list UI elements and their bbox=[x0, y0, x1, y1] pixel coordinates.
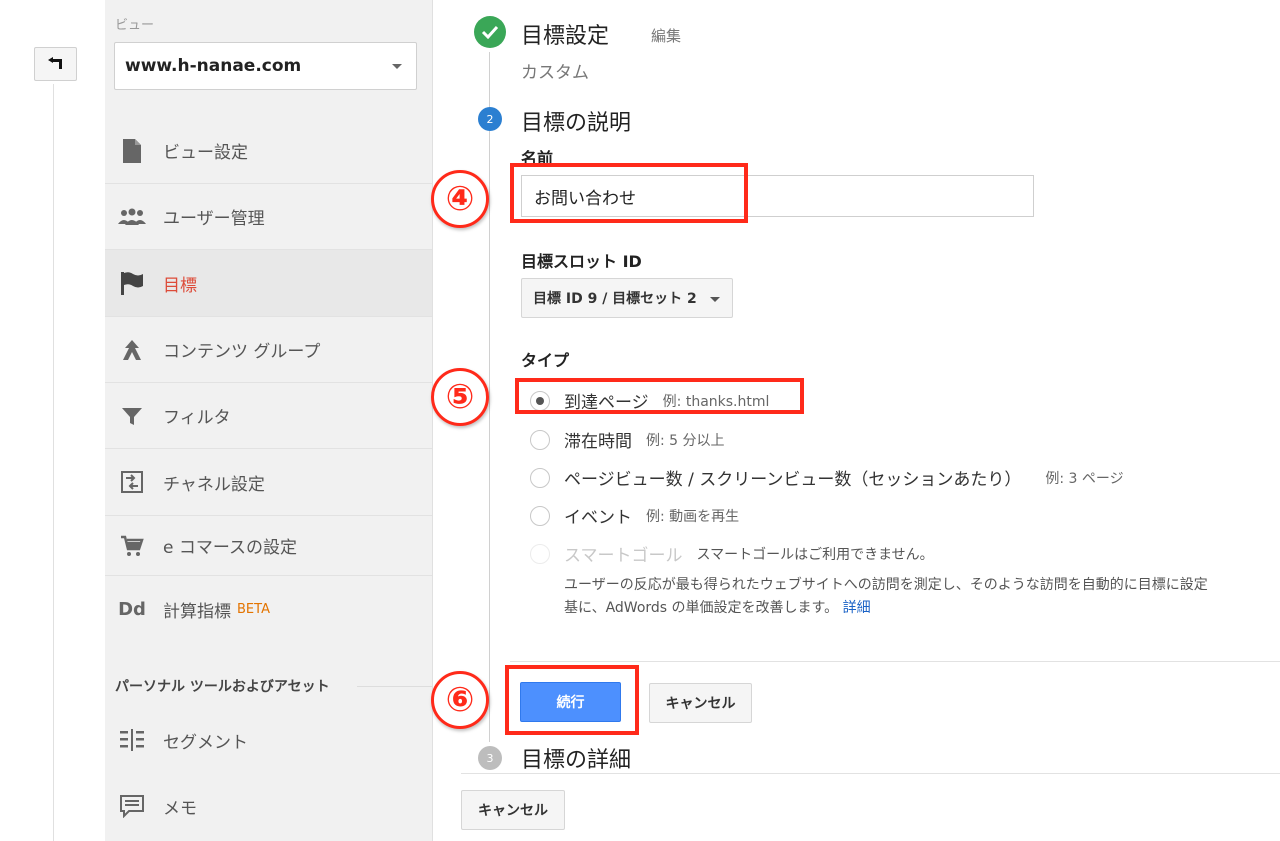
slot-label: 目標スロット ID bbox=[521, 252, 642, 271]
admin-sidebar: ビュー www.h-nanae.com ビュー設定 ユーザー管理 目標 コンテン… bbox=[105, 0, 433, 841]
details-link[interactable]: 詳細 bbox=[843, 600, 871, 616]
sidebar-item-label: ビュー設定 bbox=[163, 143, 248, 163]
view-select-value: www.h-nanae.com bbox=[125, 56, 302, 76]
sidebar-item-segments[interactable]: セグメント bbox=[105, 707, 432, 773]
type-option-label: 滞在時間 bbox=[564, 432, 632, 452]
sidebar-item-filters[interactable]: フィルタ bbox=[105, 383, 432, 449]
annotation-number-4: ④ bbox=[431, 170, 489, 228]
section-divider bbox=[357, 686, 432, 687]
segment-icon bbox=[117, 725, 147, 755]
sidebar-item-goals[interactable]: 目標 bbox=[105, 250, 432, 317]
footer-divider bbox=[461, 773, 1280, 774]
sidebar-item-label: メモ bbox=[163, 798, 197, 819]
sidebar-item-label: ユーザー管理 bbox=[163, 209, 265, 229]
type-label: タイプ bbox=[521, 351, 570, 370]
beta-badge: BETA bbox=[237, 601, 270, 617]
smart-goal-description-2: 基に、AdWords の単価設定を改善します。 詳細 bbox=[564, 597, 871, 617]
type-option-smart-goal: スマートゴール スマートゴールはご利用できません。 bbox=[530, 541, 934, 566]
filter-icon bbox=[117, 401, 147, 431]
type-option-pages-per-session[interactable]: ページビュー数 / スクリーンビュー数（セッションあたり） 例: 3 ページ bbox=[530, 465, 1124, 490]
view-select[interactable]: www.h-nanae.com bbox=[114, 42, 417, 90]
annotation-number-6: ⑥ bbox=[431, 671, 489, 729]
channel-icon bbox=[117, 467, 147, 497]
sidebar-item-label: チャネル設定 bbox=[163, 474, 265, 495]
step3-title: 目標の詳細 bbox=[521, 748, 632, 773]
content-group-icon bbox=[117, 335, 147, 365]
sidebar-item-label: コンテンツ グループ bbox=[163, 342, 321, 362]
sidebar-item-content-groups[interactable]: コンテンツ グループ bbox=[105, 317, 432, 383]
sidebar-item-channel-settings[interactable]: チャネル設定 bbox=[105, 449, 432, 516]
smart-goal-description: ユーザーの反応が最も得られたウェブサイトへの訪問を測定し、そのような訪問を自動的… bbox=[564, 577, 1208, 593]
type-option-event[interactable]: イベント 例: 動画を再生 bbox=[530, 503, 739, 528]
flag-icon bbox=[117, 268, 147, 298]
radio-button[interactable] bbox=[530, 429, 550, 450]
type-option-label: スマートゴール bbox=[564, 546, 683, 566]
radio-button[interactable] bbox=[530, 467, 550, 488]
document-icon bbox=[117, 136, 147, 166]
type-option-example: スマートゴールはご利用できません。 bbox=[696, 546, 934, 563]
annotation-box-6 bbox=[505, 665, 639, 735]
sidebar-item-label: フィルタ bbox=[163, 408, 231, 428]
goal-slot-select[interactable]: 目標 ID 9 / 目標セット 2 bbox=[521, 278, 733, 318]
step2-title: 目標の説明 bbox=[521, 111, 632, 136]
type-option-example: 例: 動画を再生 bbox=[646, 508, 740, 525]
section-title: パーソナル ツールおよびアセット bbox=[115, 679, 330, 695]
annotation-box-4 bbox=[510, 163, 748, 223]
note-icon bbox=[117, 791, 147, 821]
sidebar-item-label: 計算指標 bbox=[163, 601, 231, 622]
step1-title: 目標設定 bbox=[521, 24, 610, 49]
sidebar-item-ecommerce[interactable]: e コマースの設定 bbox=[105, 516, 432, 576]
back-button[interactable] bbox=[34, 47, 77, 81]
annotation-number-5: ⑤ bbox=[431, 368, 489, 426]
type-option-example: 例: 3 ページ bbox=[1045, 470, 1124, 487]
smart-goal-description-text: 基に、AdWords の単価設定を改善します。 bbox=[564, 600, 839, 616]
check-icon bbox=[474, 16, 506, 48]
goal-slot-value: 目標 ID 9 / 目標セット 2 bbox=[533, 291, 697, 307]
left-rail bbox=[0, 0, 105, 841]
dd-icon: Dd bbox=[118, 598, 146, 620]
radio-button bbox=[530, 543, 550, 564]
type-option-label: ページビュー数 / スクリーンビュー数（セッションあたり） bbox=[564, 470, 1022, 490]
annotation-box-5 bbox=[515, 378, 804, 414]
sidebar-item-view-settings[interactable]: ビュー設定 bbox=[105, 118, 432, 184]
section-separator bbox=[510, 661, 1280, 662]
back-arrow-icon bbox=[47, 57, 62, 69]
cart-icon bbox=[117, 531, 147, 561]
chevron-down-icon bbox=[710, 297, 720, 302]
radio-button[interactable] bbox=[530, 505, 550, 526]
view-label: ビュー bbox=[115, 18, 155, 33]
chevron-down-icon bbox=[392, 64, 402, 69]
step-connector-line bbox=[489, 52, 490, 742]
sidebar-item-user-management[interactable]: ユーザー管理 bbox=[105, 184, 432, 250]
rail-divider bbox=[53, 84, 54, 841]
cancel-bottom-button[interactable]: キャンセル bbox=[461, 790, 565, 830]
type-option-example: 例: 5 分以上 bbox=[646, 432, 725, 449]
step2-number: 2 bbox=[478, 107, 502, 131]
goal-setup-value: カスタム bbox=[521, 63, 589, 83]
sidebar-item-label: セグメント bbox=[163, 732, 248, 753]
sidebar-item-calculated-metrics[interactable]: Dd 計算指標 BETA bbox=[105, 576, 432, 642]
cancel-button[interactable]: キャンセル bbox=[649, 683, 752, 723]
sidebar-item-label: 目標 bbox=[163, 275, 197, 296]
users-icon bbox=[117, 202, 147, 232]
sidebar-item-notes[interactable]: メモ bbox=[105, 773, 432, 839]
edit-link[interactable]: 編集 bbox=[651, 25, 681, 46]
sidebar-item-label: e コマースの設定 bbox=[163, 538, 298, 558]
step3-number: 3 bbox=[478, 746, 502, 770]
type-option-duration[interactable]: 滞在時間 例: 5 分以上 bbox=[530, 427, 725, 452]
type-option-label: イベント bbox=[564, 508, 632, 528]
